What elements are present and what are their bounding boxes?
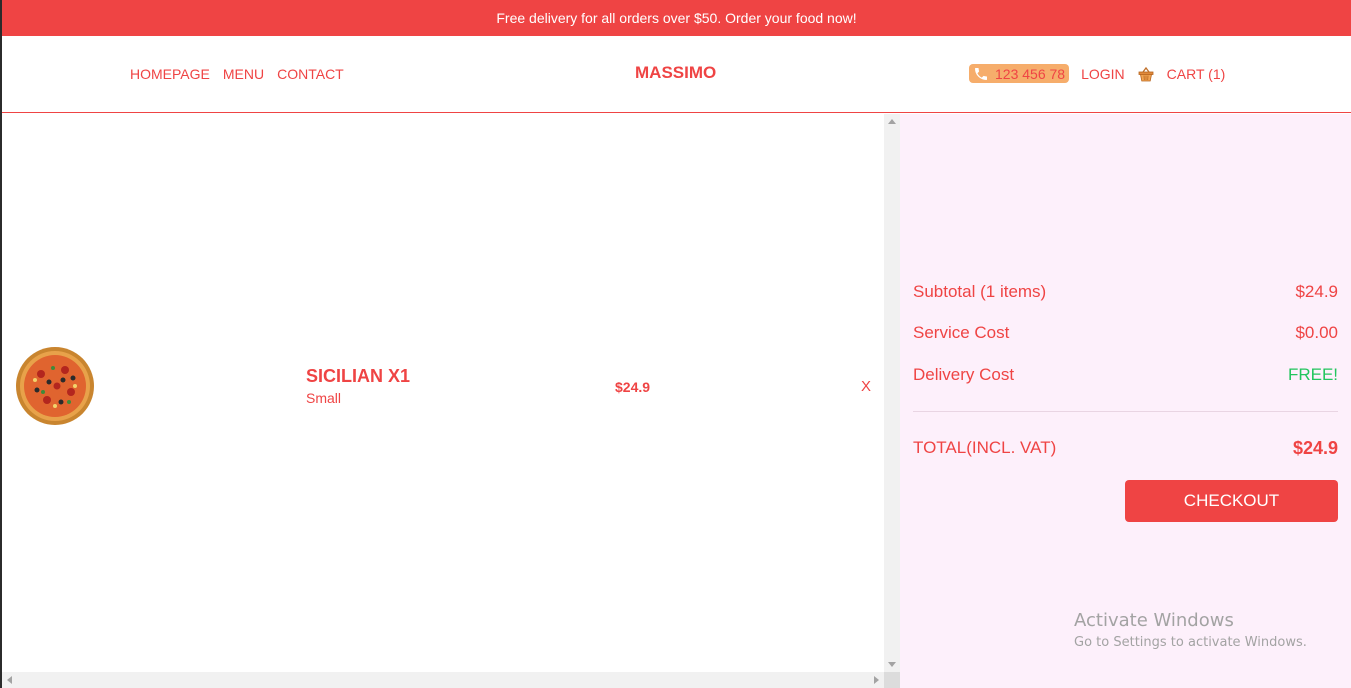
nav-link-homepage[interactable]: HOMEPAGE [130, 66, 210, 82]
item-price: $24.9 [615, 379, 651, 395]
total-row: TOTAL(INCL. VAT) $24.9 [913, 438, 1338, 459]
announcement-text: Free delivery for all orders over $50. O… [496, 10, 857, 26]
cart-item-row: SICILIAN X1 Small $24.9 X [2, 346, 882, 428]
brand-logo[interactable]: MASSIMO [635, 63, 716, 83]
scroll-up-icon[interactable] [888, 119, 896, 124]
total-value: $24.9 [1292, 438, 1338, 458]
scroll-down-icon[interactable] [888, 662, 896, 667]
nav-links: HOMEPAGE MENU CONTACT [130, 66, 344, 82]
watermark-subtitle: Go to Settings to activate Windows. [1074, 635, 1307, 650]
order-summary: Subtotal (1 items) $24.9 Service Cost $0… [900, 114, 1351, 688]
total-label: TOTAL(INCL. VAT) [913, 438, 1057, 457]
basket-icon[interactable] [1138, 66, 1154, 82]
remove-item-button[interactable]: X [861, 378, 871, 395]
checkout-button[interactable]: CHECKOUT [1125, 480, 1338, 522]
phone-number: 123 456 78 [995, 65, 1066, 82]
delivery-cost-value: FREE! [1287, 365, 1338, 384]
navbar: HOMEPAGE MENU CONTACT MASSIMO 123 456 78… [2, 36, 1351, 113]
service-cost-row: Service Cost $0.00 [913, 323, 1338, 343]
summary-divider [913, 411, 1338, 412]
windows-activation-watermark: Activate Windows Go to Settings to activ… [1074, 610, 1307, 650]
nav-right: 123 456 78 LOGIN CART (1) [969, 64, 1225, 83]
phone-icon [975, 67, 987, 80]
horizontal-scrollbar[interactable] [2, 672, 884, 688]
watermark-title: Activate Windows [1074, 610, 1234, 631]
subtotal-label: Subtotal (1 items) [913, 282, 1047, 301]
vertical-scrollbar[interactable] [884, 114, 900, 672]
scroll-right-icon[interactable] [874, 676, 879, 684]
nav-link-menu[interactable]: MENU [223, 66, 264, 82]
announcement-bar: Free delivery for all orders over $50. O… [2, 0, 1351, 36]
pizza-image [16, 347, 94, 425]
service-cost-label: Service Cost [913, 323, 1010, 342]
item-name: SICILIAN X1 [306, 366, 411, 386]
delivery-cost-label: Delivery Cost [913, 365, 1015, 384]
login-link[interactable]: LOGIN [1081, 66, 1125, 82]
subtotal-value: $24.9 [1295, 282, 1338, 301]
nav-link-contact[interactable]: CONTACT [277, 66, 344, 82]
item-size: Small [306, 390, 342, 406]
cart-link[interactable]: CART (1) [1167, 66, 1226, 82]
scrollbar-corner [884, 672, 900, 688]
scroll-left-icon[interactable] [7, 676, 12, 684]
service-cost-value: $0.00 [1295, 323, 1338, 342]
subtotal-row: Subtotal (1 items) $24.9 [913, 282, 1338, 302]
delivery-cost-row: Delivery Cost FREE! [913, 365, 1338, 385]
phone-badge[interactable]: 123 456 78 [969, 64, 1070, 83]
